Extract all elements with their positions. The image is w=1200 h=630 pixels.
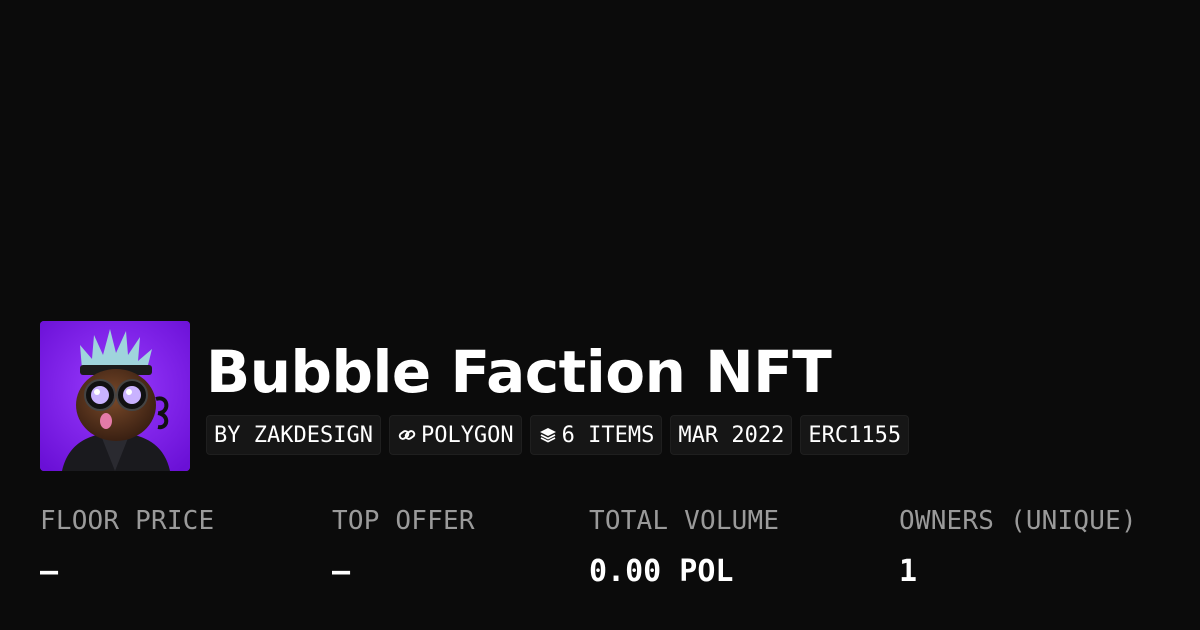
created-date-label: MAR 2022 <box>678 422 785 448</box>
created-date-pill: MAR 2022 <box>670 415 793 455</box>
collection-title: Bubble Faction NFT <box>206 338 832 406</box>
link-icon <box>397 425 417 445</box>
chain-label: POLYGON <box>420 422 514 448</box>
items-pill[interactable]: 6 ITEMS <box>529 415 663 455</box>
token-standard-pill: ERC1155 <box>800 415 910 455</box>
items-count-label: 6 ITEMS <box>561 422 655 448</box>
collection-avatar <box>40 321 190 471</box>
owners-value: 1 <box>899 554 918 589</box>
top-offer-label: TOP OFFER <box>332 506 475 536</box>
total-volume-label: TOTAL VOLUME <box>589 506 780 536</box>
top-offer-value: – <box>332 554 351 589</box>
floor-price-value: – <box>40 554 59 589</box>
creator-pill[interactable]: BY ZAKDESIGN <box>206 415 381 455</box>
total-volume-value: 0.00 POL <box>589 554 734 589</box>
token-standard-label: ERC1155 <box>808 422 902 448</box>
floor-price-label: FLOOR PRICE <box>40 506 215 536</box>
creator-label: BY ZAKDESIGN <box>214 422 373 448</box>
layers-icon <box>538 425 558 445</box>
owners-label: OWNERS (UNIQUE) <box>899 506 1137 536</box>
collection-meta-pills: BY ZAKDESIGN POLYGON 6 ITEMS MAR 2022 ER… <box>206 415 910 455</box>
chain-pill[interactable]: POLYGON <box>388 415 522 455</box>
